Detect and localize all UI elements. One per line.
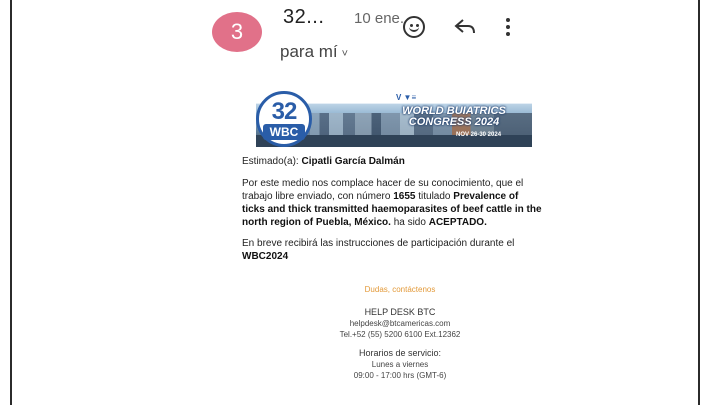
helpdesk-block: HELP DESK BTC helpdesk@btcamericas.com T…	[250, 307, 550, 340]
p2-text: En breve recibirá las instrucciones de p…	[242, 238, 515, 249]
event-name: WBC2024	[242, 251, 289, 262]
recipient-line[interactable]: para mí ˅	[280, 42, 348, 62]
hours-title: Horarios de servicio:	[358, 348, 442, 358]
wbc-logo: 32 WBC	[256, 91, 312, 147]
congress-title: WORLD BUIATRICS CONGRESS 2024	[384, 106, 524, 128]
chevron-down-icon[interactable]: ˅	[342, 48, 348, 60]
letter-body: Estimado(a): Cipatli García Dalmán Por e…	[242, 155, 542, 271]
logo-text: WBC	[263, 124, 305, 140]
recipient-text: para mí	[280, 42, 338, 61]
hours-time: 09:00 - 17:00 hrs (GMT-6)	[353, 371, 447, 380]
greeting-name: Cipatli García Dalmán	[301, 156, 405, 167]
p1-text-c: ha sido	[393, 217, 426, 228]
contact-link[interactable]: Dudas, contáctenos	[250, 284, 550, 295]
sender-avatar[interactable]: 3	[212, 12, 262, 52]
submission-number: 1655	[393, 191, 416, 202]
email-date: 10 ene.	[354, 10, 405, 27]
reply-icon[interactable]	[454, 18, 476, 36]
helpdesk-email[interactable]: helpdesk@btcamericas.com	[250, 318, 550, 329]
sender-name[interactable]: 32...	[283, 6, 324, 29]
congress-line-2: CONGRESS 2024	[408, 116, 500, 128]
acceptance-status: ACEPTADO.	[428, 217, 487, 228]
helpdesk-phone[interactable]: Tel.+52 (55) 5200 6100 Ext.12362	[250, 329, 550, 340]
congress-dates: NOV 26-30 2024	[456, 132, 502, 138]
sponsor-marks: V ▼≡	[396, 93, 417, 102]
helpdesk-title: HELP DESK BTC	[364, 307, 436, 317]
hours-days: Lunes a viernes	[371, 360, 429, 369]
greeting-label: Estimado(a):	[242, 156, 299, 167]
hours-block: Horarios de servicio: Lunes a viernes 09…	[250, 348, 550, 381]
instructions-paragraph: En breve recibirá las instrucciones de p…	[242, 237, 542, 263]
more-vert-icon[interactable]	[505, 18, 511, 40]
p1-text-b: titulado	[418, 191, 451, 202]
logo-number: 32	[271, 98, 298, 125]
emoji-icon[interactable]	[403, 16, 425, 38]
acceptance-paragraph: Por este medio nos complace hacer de su …	[242, 177, 542, 229]
event-banner: 32 WBC V ▼≡ WORLD BUIATRICS CONGRESS 202…	[256, 91, 532, 147]
greeting: Estimado(a): Cipatli García Dalmán	[242, 155, 542, 168]
